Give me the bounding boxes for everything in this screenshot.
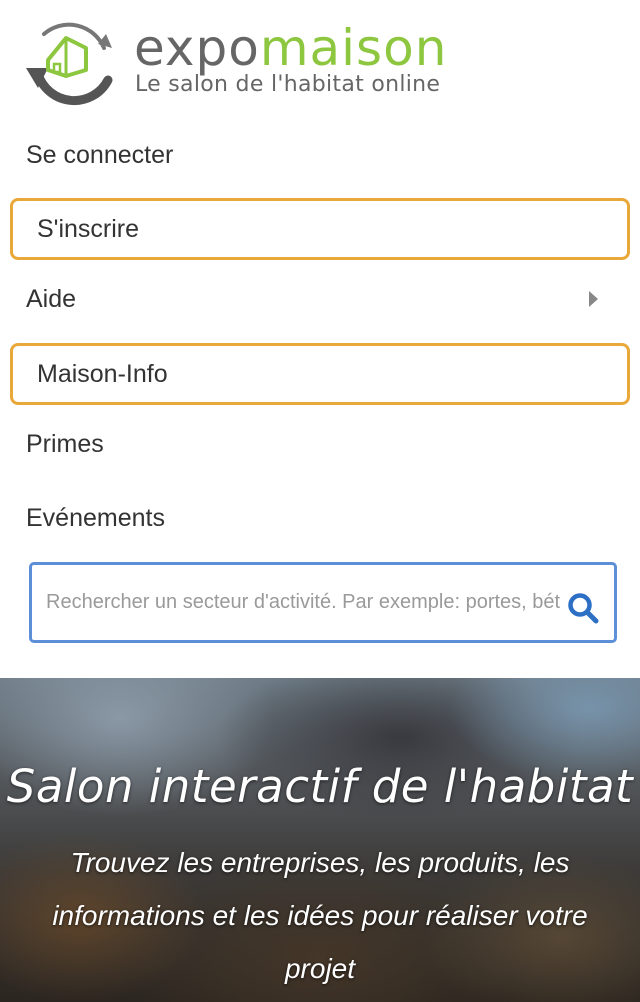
menu-item-se-connecter[interactable]: Se connecter (0, 125, 640, 185)
caret-right-icon (589, 291, 598, 307)
hero-banner: Salon interactif de l'habitat Trouvez le… (0, 678, 640, 1002)
logo-word-expo: expo (134, 19, 260, 77)
house-arrows-logo-icon (26, 22, 113, 106)
logo-word-maison: maison (259, 19, 448, 77)
logo-wordmark: expomaison (134, 22, 447, 74)
menu-item-label: Primes (26, 429, 104, 458)
logo-tagline: Le salon de l'habitat online (135, 72, 441, 97)
menu-item-label: Evénements (26, 503, 165, 532)
menu-item-aide[interactable]: Aide (0, 269, 640, 329)
hero-subtitle: Trouvez les entreprises, les produits, l… (52, 847, 588, 984)
hero-title: Salon interactif de l'habitat (6, 760, 634, 813)
search-box (29, 562, 617, 643)
menu-item-label: Aide (26, 284, 77, 313)
menu-item-maison-info[interactable]: Maison-Info (10, 343, 630, 405)
menu-item-primes[interactable]: Primes (0, 414, 640, 474)
menu-item-evenements[interactable]: Evénements (0, 488, 640, 548)
menu-item-label: Se connecter (26, 140, 174, 169)
site-logo[interactable]: expomaison Le salon de l'habitat online (24, 18, 464, 108)
menu-item-label: Maison-Info (37, 359, 168, 388)
search-input[interactable] (46, 565, 602, 640)
menu-item-s-inscrire[interactable]: S'inscrire (10, 198, 630, 260)
menu-item-label: S'inscrire (37, 214, 140, 243)
search-icon[interactable] (566, 591, 600, 625)
